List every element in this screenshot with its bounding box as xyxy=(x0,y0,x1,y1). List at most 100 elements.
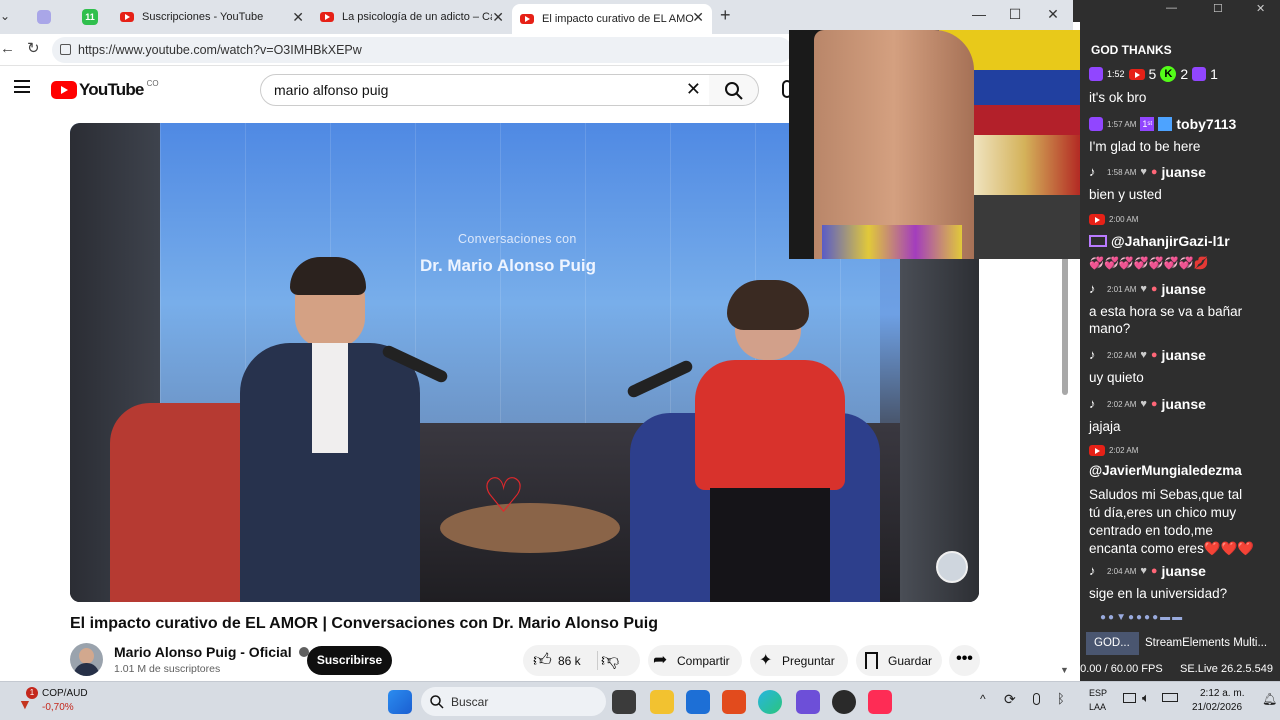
clock-time[interactable]: 2:12 a. m. xyxy=(1200,688,1244,699)
edge-browser-icon[interactable] xyxy=(758,690,782,714)
chat-message: uy quieto xyxy=(1089,370,1144,385)
chat-username[interactable]: @JahanjirGazi-l1r xyxy=(1111,233,1230,249)
chat-meta: ♪ 1:58 AM ♥ ● juanse xyxy=(1089,164,1206,180)
volume-icon[interactable]: 🔈︎ xyxy=(1142,690,1150,706)
share-label: Compartir xyxy=(677,654,730,668)
chat-message: 💞💞💞💞💞💞💞💋 xyxy=(1089,256,1209,270)
chat-meta: 2:02 AM xyxy=(1089,445,1138,456)
tab-favicon-badge-icon[interactable]: 11 xyxy=(82,9,98,25)
brave-browser-icon[interactable] xyxy=(722,690,746,714)
tab-label: Suscripciones - YouTube xyxy=(142,11,264,23)
reload-icon[interactable]: ↻ xyxy=(27,39,40,57)
chat-username[interactable]: juanse xyxy=(1162,347,1206,363)
chat-message: bien y usted xyxy=(1089,187,1162,202)
keyboard-lang-2[interactable]: LAA xyxy=(1089,702,1106,712)
back-arrow-icon[interactable]: ← xyxy=(0,40,15,57)
youtube-favicon-icon xyxy=(520,14,534,24)
chat-username[interactable]: @JavierMungialedezma xyxy=(1089,463,1242,478)
chat-username[interactable]: juanse xyxy=(1162,563,1206,579)
chat-meta: 2:00 AM xyxy=(1089,214,1138,225)
close-tab-icon[interactable]: ✕ xyxy=(292,9,304,26)
youtube-play-logo-icon xyxy=(51,81,77,99)
microphone-icon[interactable] xyxy=(1033,693,1040,705)
like-button[interactable]: 👍︎ 86 k xyxy=(523,645,595,676)
task-view-icon[interactable] xyxy=(612,690,636,714)
windows-start-icon[interactable] xyxy=(388,690,412,714)
chat-username[interactable]: juanse xyxy=(1162,396,1206,412)
new-tab-plus-icon[interactable]: + xyxy=(720,5,731,26)
chat-viewer-counts: 1:52 5 K 2 1 xyxy=(1089,66,1218,82)
taskbar-search[interactable]: Buscar xyxy=(421,687,606,716)
emote-bar[interactable]: ●●▼●●●●▬▬ xyxy=(1100,612,1270,626)
maximize-window-icon[interactable]: ☐ xyxy=(1213,2,1223,15)
keyboard-lang-1[interactable]: ESP xyxy=(1089,688,1107,698)
youtube-favicon-icon xyxy=(120,12,134,22)
like-dislike-group: 👍︎ 86 k 👎︎ xyxy=(523,645,640,676)
sparkle-icon: ✦ xyxy=(759,652,773,669)
clock-date[interactable]: 21/02/2026 xyxy=(1192,702,1242,713)
more-actions-button[interactable]: ••• xyxy=(949,645,980,676)
search-button[interactable] xyxy=(709,74,759,106)
ticker-change: -0,70% xyxy=(42,702,74,713)
thumbs-down-icon: 👎︎ xyxy=(601,650,620,670)
url-field[interactable]: https://www.youtube.com/watch?v=O3IMHBkX… xyxy=(52,37,792,63)
subscribe-button[interactable]: Suscribirse xyxy=(307,646,392,675)
tab-favicon-camera-icon[interactable] xyxy=(37,10,51,24)
notifications-bell-icon[interactable]: 🔔︎ xyxy=(1262,692,1277,706)
tab-impacto-curativo[interactable]: El impacto curativo de EL AMOR | ✕ xyxy=(512,4,712,34)
close-window-icon[interactable]: ✕ xyxy=(1256,2,1265,15)
chat-tab-god[interactable]: GOD... xyxy=(1086,632,1139,655)
clear-search-icon[interactable]: ✕ xyxy=(686,79,701,100)
save-button[interactable]: Guardar xyxy=(856,645,942,676)
streaming-app-icon[interactable] xyxy=(832,690,856,714)
store-icon[interactable] xyxy=(686,690,710,714)
flame-badge-icon: ● xyxy=(1150,565,1158,577)
chat-app-icon[interactable] xyxy=(796,690,820,714)
dislike-button[interactable]: 👎︎ xyxy=(601,649,619,671)
man-figure xyxy=(240,257,430,602)
chat-username[interactable]: juanse xyxy=(1162,164,1206,180)
tab-psicologia[interactable]: La psicología de un adicto – Carl J ✕ xyxy=(312,4,512,30)
channel-name[interactable]: Mario Alonso Puig - Oficial xyxy=(114,644,309,660)
maximize-window-icon[interactable]: ☐ xyxy=(1000,6,1030,23)
sync-icon[interactable]: ⟳ xyxy=(1004,691,1016,708)
chat-tab-streamelements[interactable]: StreamElements Multi... xyxy=(1145,637,1267,649)
youtube-icon xyxy=(1089,445,1105,456)
battery-icon[interactable] xyxy=(1162,693,1178,702)
chat-message: a esta hora se va a bañar xyxy=(1089,304,1243,319)
save-label: Guardar xyxy=(888,654,933,668)
ticker-badge: 1 xyxy=(26,687,38,699)
minimize-window-icon[interactable]: — xyxy=(1166,2,1177,14)
tiktok-icon: ♪ xyxy=(1089,347,1096,362)
youtube-logo[interactable]: YouTube CO xyxy=(51,79,159,100)
version-readout: SE.Live 26.2.5.549 xyxy=(1180,663,1273,675)
scroll-down-arrow-icon[interactable]: ▼ xyxy=(1060,665,1069,675)
menu-hamburger-icon[interactable] xyxy=(14,80,30,93)
file-explorer-icon[interactable] xyxy=(650,690,674,714)
video-overlay-line2: Dr. Mario Alonso Puig xyxy=(420,256,596,275)
coffee-table xyxy=(440,503,620,553)
minimize-window-icon[interactable]: — xyxy=(964,6,994,22)
close-tab-icon[interactable]: ✕ xyxy=(692,9,704,26)
chat-username[interactable]: juanse xyxy=(1162,281,1206,297)
share-button[interactable]: ➦ Compartir xyxy=(648,645,742,676)
tiktok-live-icon[interactable] xyxy=(868,690,892,714)
bluetooth-icon[interactable]: ᛒ xyxy=(1057,691,1065,706)
youtube-icon xyxy=(1128,68,1145,80)
site-info-icon[interactable] xyxy=(60,44,71,55)
webcam-overlay xyxy=(789,30,1080,259)
tab-list-chevron-icon[interactable]: ⌄ xyxy=(0,9,10,23)
chat-username[interactable]: toby7113 xyxy=(1176,116,1236,132)
tab-subscriptions[interactable]: Suscripciones - YouTube ✕ xyxy=(112,4,312,30)
channel-watermark-avatar[interactable] xyxy=(936,551,968,583)
close-tab-icon[interactable]: ✕ xyxy=(492,9,504,26)
network-icon[interactable] xyxy=(1123,693,1136,703)
ticker-widget[interactable]: ▼ 1 COP/AUD -0,70% xyxy=(14,686,134,716)
search-input[interactable]: mario alfonso puig ✕ xyxy=(260,74,710,106)
chat-meta: 1:57 AM 1ˢᵗ toby7113 xyxy=(1089,116,1236,132)
show-hidden-icons-chevron-icon[interactable]: ^ xyxy=(980,692,986,706)
search-icon xyxy=(725,82,743,100)
close-window-icon[interactable]: ✕ xyxy=(1038,6,1068,23)
channel-avatar[interactable] xyxy=(70,643,103,676)
ask-button[interactable]: ✦ Preguntar xyxy=(750,645,848,676)
